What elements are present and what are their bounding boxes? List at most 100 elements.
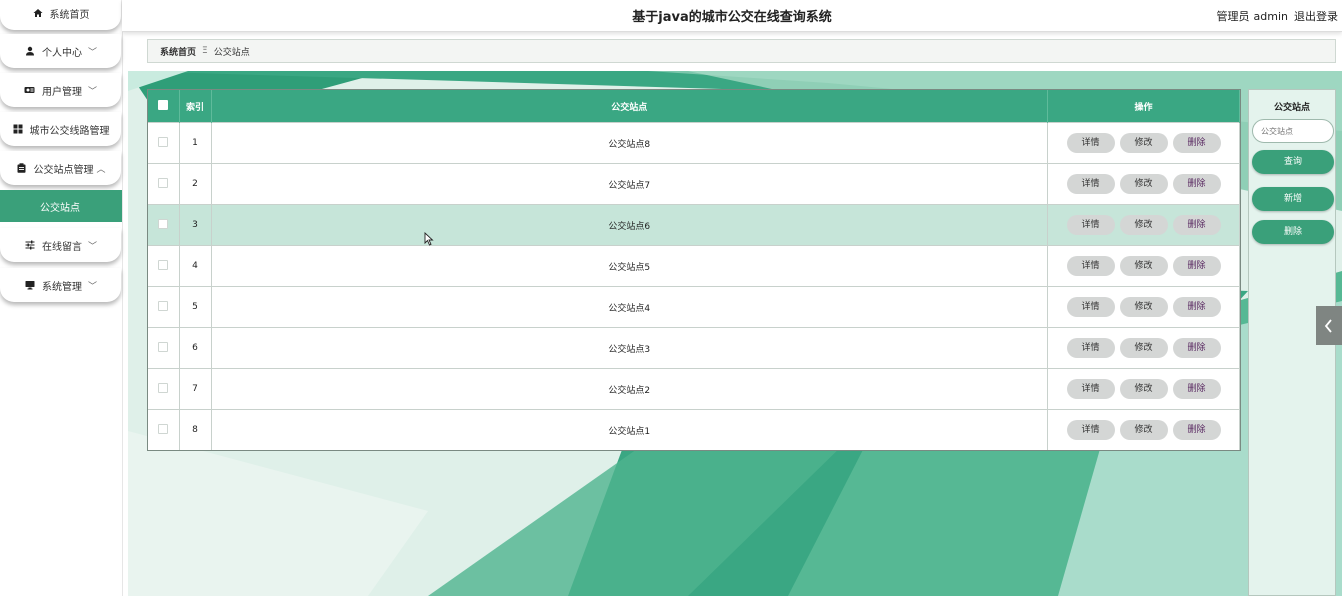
sidebar-item-system[interactable]: 系统管理 ﹀ xyxy=(0,268,121,302)
user-role: 管理员 xyxy=(1216,10,1250,23)
select-all-cell xyxy=(148,90,180,123)
table-row[interactable]: 2 公交站点7 详情 修改 删除 xyxy=(148,163,1240,205)
query-button[interactable]: 查询 xyxy=(1252,150,1334,174)
edit-button[interactable]: 修改 xyxy=(1119,174,1168,194)
row-index: 4 xyxy=(179,245,212,287)
sidebar-item-label: 公交站点管理 xyxy=(33,164,94,176)
column-header-actions: 操作 xyxy=(1047,90,1240,123)
table-row[interactable]: 8 公交站点1 详情 修改 删除 xyxy=(148,409,1240,450)
table-row[interactable]: 4 公交站点5 详情 修改 删除 xyxy=(148,245,1240,287)
top-header: 基于java的城市公交在线查询系统 管理员 admin 退出登录 xyxy=(122,0,1342,32)
row-checkbox[interactable] xyxy=(158,341,169,352)
delete-button[interactable]: 删除 xyxy=(1172,256,1221,276)
sidebar: 系统首页 个人中心 ﹀ 用户管理 ﹀ 城市公交线路管理 公交站点管理 ︿ 公交站… xyxy=(0,0,123,596)
monitor-icon xyxy=(24,279,36,291)
select-all-checkbox[interactable] xyxy=(158,99,169,110)
detail-button[interactable]: 详情 xyxy=(1066,297,1115,317)
table-row[interactable]: 1 公交站点8 详情 修改 删除 xyxy=(148,122,1240,164)
sidebar-item-label: 系统首页 xyxy=(49,9,90,21)
row-station-name: 公交站点2 xyxy=(211,368,1048,410)
row-actions: 详情 修改 删除 xyxy=(1047,122,1240,164)
grid-icon xyxy=(12,123,24,135)
breadcrumb-current: 公交站点 xyxy=(213,47,250,58)
detail-button[interactable]: 详情 xyxy=(1066,215,1115,235)
edit-button[interactable]: 修改 xyxy=(1119,256,1168,276)
table-row[interactable]: 6 公交站点3 详情 修改 删除 xyxy=(148,327,1240,369)
sidebar-item-bus-lines[interactable]: 城市公交线路管理 xyxy=(0,112,121,146)
station-search-input[interactable] xyxy=(1252,119,1334,143)
sidebar-item-stations[interactable]: 公交站点管理 ︿ xyxy=(0,151,121,185)
delete-button[interactable]: 删除 xyxy=(1172,420,1221,440)
delete-button[interactable]: 删除 xyxy=(1172,338,1221,358)
detail-button[interactable]: 详情 xyxy=(1066,420,1115,440)
sidebar-item-profile[interactable]: 个人中心 ﹀ xyxy=(0,34,121,68)
detail-button[interactable]: 详情 xyxy=(1066,256,1115,276)
row-checkbox[interactable] xyxy=(158,300,169,311)
row-actions: 详情 修改 删除 xyxy=(1047,245,1240,287)
detail-button[interactable]: 详情 xyxy=(1066,133,1115,153)
edit-button[interactable]: 修改 xyxy=(1119,379,1168,399)
delete-button[interactable]: 删除 xyxy=(1172,297,1221,317)
chevron-down-icon: ﹀ xyxy=(87,281,97,292)
row-select-cell xyxy=(148,204,180,246)
breadcrumb-home[interactable]: 系统首页 xyxy=(160,45,196,58)
delete-button[interactable]: 删除 xyxy=(1172,133,1221,153)
table-row[interactable]: 3 公交站点6 详情 修改 删除 xyxy=(148,204,1240,246)
sidebar-item-home[interactable]: 系统首页 xyxy=(0,0,121,30)
sidebar-item-label: 个人中心 xyxy=(41,47,82,59)
row-select-cell xyxy=(148,163,180,205)
table-row[interactable]: 5 公交站点4 详情 修改 删除 xyxy=(148,286,1240,328)
row-actions: 详情 修改 删除 xyxy=(1047,327,1240,369)
table-header-row: 索引 公交站点 操作 xyxy=(148,90,1240,123)
row-checkbox[interactable] xyxy=(158,423,169,434)
row-select-cell xyxy=(148,286,180,328)
user-icon xyxy=(24,45,36,57)
row-station-name: 公交站点1 xyxy=(211,409,1048,450)
sidebar-subitem-stations[interactable]: 公交站点 xyxy=(0,190,122,222)
detail-button[interactable]: 详情 xyxy=(1066,338,1115,358)
row-index: 3 xyxy=(179,204,212,246)
row-select-cell xyxy=(148,327,180,369)
edit-button[interactable]: 修改 xyxy=(1119,297,1168,317)
row-actions: 详情 修改 删除 xyxy=(1047,286,1240,328)
row-checkbox[interactable] xyxy=(158,382,169,393)
add-button[interactable]: 新增 xyxy=(1252,187,1334,211)
row-checkbox[interactable] xyxy=(158,136,169,147)
logout-link[interactable]: 退出登录 xyxy=(1294,10,1338,23)
detail-button[interactable]: 详情 xyxy=(1066,174,1115,194)
detail-button[interactable]: 详情 xyxy=(1066,379,1115,399)
row-station-name: 公交站点3 xyxy=(211,327,1048,369)
column-header-station: 公交站点 xyxy=(211,90,1048,123)
row-checkbox[interactable] xyxy=(158,218,169,229)
row-actions: 详情 修改 删除 xyxy=(1047,368,1240,410)
edit-button[interactable]: 修改 xyxy=(1119,338,1168,358)
row-select-cell xyxy=(148,409,180,450)
clipboard-icon xyxy=(15,162,27,174)
row-actions: 详情 修改 删除 xyxy=(1047,204,1240,246)
row-index: 1 xyxy=(179,122,212,164)
panel-collapse-toggle[interactable] xyxy=(1316,306,1342,345)
row-station-name: 公交站点5 xyxy=(211,245,1048,287)
chevron-down-icon: ﹀ xyxy=(87,86,97,97)
edit-button[interactable]: 修改 xyxy=(1119,215,1168,235)
table-row[interactable]: 7 公交站点2 详情 修改 删除 xyxy=(148,368,1240,410)
row-checkbox[interactable] xyxy=(158,259,169,270)
page-title: 基于java的城市公交在线查询系统 xyxy=(632,10,832,25)
sidebar-item-label: 城市公交线路管理 xyxy=(29,125,110,137)
breadcrumb: 系统首页 Ξ 公交站点 xyxy=(147,39,1336,63)
edit-button[interactable]: 修改 xyxy=(1119,133,1168,153)
row-select-cell xyxy=(148,368,180,410)
row-index: 6 xyxy=(179,327,212,369)
edit-button[interactable]: 修改 xyxy=(1119,420,1168,440)
batch-delete-button[interactable]: 删除 xyxy=(1252,220,1334,244)
sidebar-item-messages[interactable]: 在线留言 ﹀ xyxy=(0,228,121,262)
delete-button[interactable]: 删除 xyxy=(1172,174,1221,194)
delete-button[interactable]: 删除 xyxy=(1172,215,1221,235)
user-name: admin xyxy=(1253,10,1288,23)
home-icon xyxy=(32,7,44,19)
chevron-down-icon: ﹀ xyxy=(87,47,97,58)
sidebar-item-users[interactable]: 用户管理 ﹀ xyxy=(0,73,121,107)
delete-button[interactable]: 删除 xyxy=(1172,379,1221,399)
row-checkbox[interactable] xyxy=(158,177,169,188)
row-index: 7 xyxy=(179,368,212,410)
